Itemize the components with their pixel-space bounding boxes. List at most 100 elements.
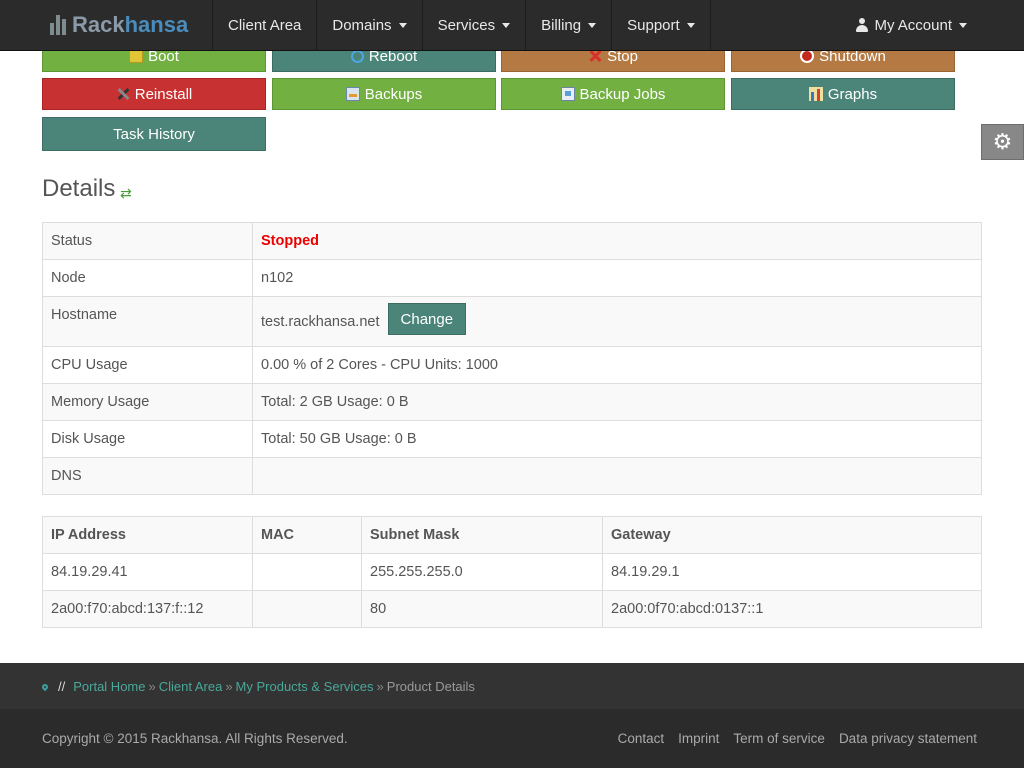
breadcrumb-separator: //: [58, 679, 66, 694]
breadcrumb-my-products[interactable]: My Products & Services: [236, 679, 374, 694]
nav-support-label: Support: [627, 16, 680, 34]
top-navbar: Rack hansa Client Area Domains Services B…: [0, 0, 1024, 51]
cpu-label: CPU Usage: [42, 346, 253, 384]
hostname-label: Hostname: [42, 296, 253, 347]
status-label: Status: [42, 222, 253, 260]
memory-value: Total: 2 GB Usage: 0 B: [252, 383, 982, 421]
breadcrumb-chevron-icon: »: [376, 679, 384, 694]
cpu-value: 0.00 % of 2 Cores - CPU Units: 1000: [252, 346, 982, 384]
reboot-icon: [350, 49, 364, 63]
table-row: CPU Usage 0.00 % of 2 Cores - CPU Units:…: [42, 346, 982, 384]
details-heading: Details: [42, 175, 116, 202]
disk-value: Total: 50 GB Usage: 0 B: [252, 420, 982, 458]
gateway-header: Gateway: [602, 516, 982, 554]
backup-jobs-button[interactable]: Backup Jobs: [501, 78, 725, 110]
node-value: n102: [252, 259, 982, 297]
caret-down-icon: [959, 22, 967, 28]
gateway-cell: 84.19.29.1: [602, 553, 982, 591]
backup-jobs-label: Backup Jobs: [579, 85, 666, 103]
nav-support[interactable]: Support: [611, 0, 711, 50]
backup-jobs-icon: [560, 87, 575, 101]
hostname-cell: test.rackhansa.net Change: [252, 296, 982, 347]
dns-label: DNS: [42, 457, 253, 495]
breadcrumb-chevron-icon: »: [148, 679, 156, 694]
backups-button[interactable]: Backups: [272, 78, 496, 110]
nav-billing-label: Billing: [541, 16, 582, 34]
power-icon: [800, 49, 815, 63]
subnet-mask-cell: 255.255.255.0: [361, 553, 603, 591]
details-table: Status Stopped Node n102 Hostname test.r…: [42, 222, 982, 495]
task-history-button[interactable]: Task History: [42, 117, 266, 151]
nav-services-label: Services: [437, 16, 496, 34]
reinstall-label: Reinstall: [134, 85, 193, 103]
breadcrumb-bar: // Portal Home» Client Area» My Products…: [0, 663, 1024, 709]
change-hostname-button[interactable]: Change: [387, 303, 467, 335]
breadcrumb-chevron-icon: »: [225, 679, 233, 694]
footer-links: Contact Imprint Term of service Data pri…: [618, 731, 977, 746]
main-nav: Client Area Domains Services Billing Sup…: [212, 0, 711, 50]
breadcrumb-portal-home[interactable]: Portal Home: [73, 679, 145, 694]
node-label: Node: [42, 259, 253, 297]
my-account-menu[interactable]: My Account: [856, 0, 967, 50]
backups-label: Backups: [364, 85, 423, 103]
table-row: 84.19.29.41 255.255.255.0 84.19.29.1: [42, 553, 982, 591]
table-row: DNS: [42, 457, 982, 495]
map-marker-icon: [40, 682, 50, 691]
nav-domains[interactable]: Domains: [316, 0, 421, 50]
graphs-icon: [808, 87, 823, 101]
caret-down-icon: [502, 22, 511, 28]
graphs-button[interactable]: Graphs: [731, 78, 955, 110]
boot-icon: [129, 49, 144, 63]
logo-bars-icon: [50, 15, 66, 35]
caret-down-icon: [686, 22, 695, 28]
status-badge: Stopped: [261, 233, 319, 249]
table-row: 2a00:f70:abcd:137:f::12 80 2a00:0f70:abc…: [42, 590, 982, 628]
breadcrumb-current: Product Details: [386, 679, 475, 694]
table-row: Node n102: [42, 259, 982, 297]
table-row: Status Stopped: [42, 222, 982, 260]
user-icon: [856, 18, 869, 32]
table-row: Hostname test.rackhansa.net Change: [42, 296, 982, 347]
nav-services[interactable]: Services: [421, 0, 526, 50]
settings-panel-toggle[interactable]: ⚙: [981, 124, 1024, 160]
ip-address-cell: 2a00:f70:abcd:137:f::12: [42, 590, 253, 628]
my-account-label: My Account: [874, 16, 952, 34]
table-header-row: IP Address MAC Subnet Mask Gateway: [42, 516, 982, 554]
gear-icon: ⚙: [992, 129, 1013, 155]
gateway-cell: 2a00:0f70:abcd:0137::1: [602, 590, 982, 628]
rackhansa-logo[interactable]: Rack hansa: [50, 9, 188, 41]
caret-down-icon: [398, 22, 407, 28]
table-row: Memory Usage Total: 2 GB Usage: 0 B: [42, 383, 982, 421]
footer-link-contact[interactable]: Contact: [618, 731, 665, 746]
nav-client-area-label: Client Area: [228, 16, 302, 34]
breadcrumb-client-area[interactable]: Client Area: [159, 679, 223, 694]
subnet-mask-header: Subnet Mask: [361, 516, 603, 554]
nav-domains-label: Domains: [332, 16, 392, 34]
status-cell: Stopped: [252, 222, 982, 260]
footer-link-imprint[interactable]: Imprint: [678, 731, 719, 746]
stop-icon: [588, 49, 602, 63]
copyright-text: Copyright © 2015 Rackhansa. All Rights R…: [42, 731, 348, 746]
ip-address-table: IP Address MAC Subnet Mask Gateway 84.19…: [42, 516, 982, 628]
refresh-icon[interactable]: ⇄: [120, 186, 132, 202]
tools-icon: [116, 87, 130, 101]
task-history-label: Task History: [113, 125, 195, 143]
reinstall-button[interactable]: Reinstall: [42, 78, 266, 110]
nav-client-area[interactable]: Client Area: [212, 0, 316, 50]
dns-value: [252, 457, 982, 495]
disk-label: Disk Usage: [42, 420, 253, 458]
mac-header: MAC: [252, 516, 362, 554]
graphs-label: Graphs: [827, 85, 878, 103]
ip-address-cell: 84.19.29.41: [42, 553, 253, 591]
caret-down-icon: [588, 22, 597, 28]
logo-text-rack: Rack: [72, 12, 125, 37]
footer-link-terms[interactable]: Term of service: [733, 731, 825, 746]
mac-cell: [252, 590, 362, 628]
logo-text-hansa: hansa: [124, 12, 189, 37]
footer: Copyright © 2015 Rackhansa. All Rights R…: [0, 709, 1024, 768]
nav-billing[interactable]: Billing: [525, 0, 611, 50]
footer-link-privacy[interactable]: Data privacy statement: [839, 731, 977, 746]
ip-address-header: IP Address: [42, 516, 253, 554]
backups-icon: [345, 87, 360, 101]
table-row: Disk Usage Total: 50 GB Usage: 0 B: [42, 420, 982, 458]
